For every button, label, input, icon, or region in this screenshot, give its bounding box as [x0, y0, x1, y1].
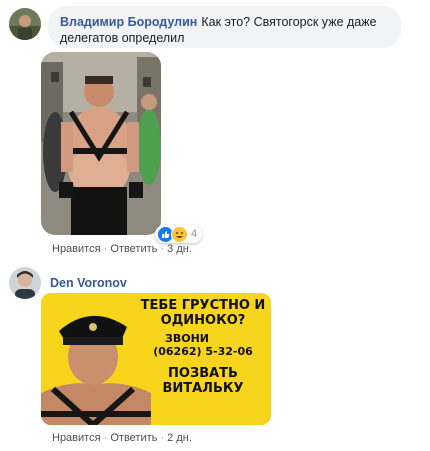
- comment-author-1[interactable]: Владимир Бородулин: [60, 15, 197, 29]
- ad-line-2: ОДИНОКО?: [160, 313, 246, 328]
- reply-button-2[interactable]: Ответить: [110, 432, 157, 444]
- comment-photo-2[interactable]: ТЕБЕ ГРУСТНО И ОДИНОКО? ЗВОНИ (06262) 5-…: [41, 293, 271, 425]
- comment-actions-1: Нравится · Ответить · 3 дн.: [52, 243, 192, 255]
- ad-phone: (06262) 5-32-06: [153, 345, 253, 358]
- comment-author-2[interactable]: Den Voronov: [50, 276, 127, 290]
- like-button-2[interactable]: Нравится: [52, 432, 101, 444]
- timestamp-1[interactable]: 3 дн.: [167, 243, 192, 255]
- reactions-badge[interactable]: 4: [155, 225, 203, 243]
- like-button-1[interactable]: Нравится: [52, 243, 101, 255]
- avatar-vladimir[interactable]: [9, 8, 41, 40]
- ad-line-5: ПОЗВАТЬ: [168, 366, 238, 381]
- comment-actions-2: Нравится · Ответить · 2 дн.: [52, 432, 192, 444]
- comment-photo-1[interactable]: [41, 52, 161, 235]
- reaction-count: 4: [191, 228, 198, 240]
- haha-reaction-icon: [171, 225, 188, 243]
- ad-line-1: ТЕБЕ ГРУСТНО И: [140, 298, 266, 313]
- ad-line-3: ЗВОНИ: [165, 332, 209, 345]
- reply-button-1[interactable]: Ответить: [110, 243, 157, 255]
- comment-bubble-1: Владимир Бородулин Как это? Святогорск уж…: [48, 6, 401, 48]
- timestamp-2[interactable]: 2 дн.: [167, 432, 192, 444]
- avatar-den[interactable]: [9, 267, 41, 299]
- ad-line-6: ВИТАЛЬКУ: [162, 381, 244, 396]
